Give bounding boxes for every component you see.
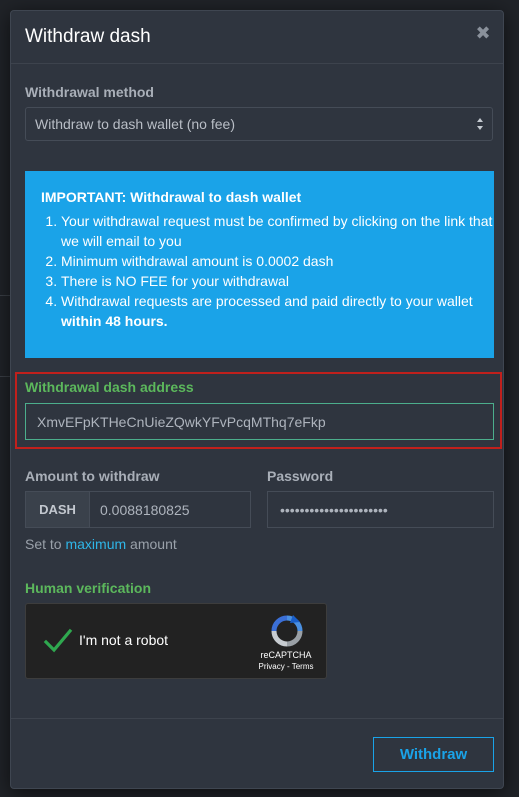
notice-title: IMPORTANT: Withdrawal to dash wallet	[41, 189, 302, 205]
amount-label: Amount to withdraw	[25, 468, 160, 484]
notice-item: Your withdrawal request must be confirme…	[61, 211, 501, 251]
background-panel	[503, 440, 519, 780]
address-input[interactable]	[25, 403, 494, 440]
checkmark-icon[interactable]	[43, 627, 73, 655]
address-label: Withdrawal dash address	[25, 379, 194, 395]
amount-input[interactable]	[90, 492, 250, 527]
set-max-text: Set to maximum amount	[25, 536, 177, 552]
recaptcha-brand: reCAPTCHA	[260, 650, 312, 660]
withdrawal-method-label: Withdrawal method	[25, 84, 154, 100]
notice-item: There is NO FEE for your withdrawal	[61, 271, 501, 291]
select-arrows-icon	[477, 118, 483, 130]
withdraw-modal: Withdraw dash ✖ Withdrawal method Withdr…	[10, 10, 504, 789]
password-input[interactable]	[267, 491, 494, 528]
maximum-link[interactable]: maximum	[65, 536, 126, 552]
recaptcha-logo-icon	[271, 615, 303, 647]
withdrawal-method-value: Withdraw to dash wallet (no fee)	[35, 116, 235, 132]
modal-footer: Withdraw	[11, 718, 503, 788]
notice-item: Withdrawal requests are processed and pa…	[61, 291, 501, 331]
password-label: Password	[267, 468, 334, 484]
amount-input-group: DASH	[25, 491, 251, 528]
background-panel	[0, 295, 10, 377]
recaptcha-links[interactable]: Privacy - Terms	[248, 662, 324, 671]
notice-list: Your withdrawal request must be confirme…	[41, 211, 501, 331]
not-robot-label: I'm not a robot	[79, 632, 169, 648]
notice-item: Minimum withdrawal amount is 0.0002 dash	[61, 251, 501, 271]
recaptcha-widget: I'm not a robot reCAPTCHA Privacy - Term…	[25, 603, 327, 679]
notice-emphasis: within 48 hours.	[61, 313, 168, 329]
close-icon[interactable]: ✖	[473, 23, 493, 43]
currency-addon: DASH	[26, 492, 90, 527]
withdraw-button[interactable]: Withdraw	[373, 737, 494, 772]
important-notice: IMPORTANT: Withdrawal to dash wallet You…	[25, 171, 494, 358]
verification-label: Human verification	[25, 580, 152, 596]
withdrawal-method-select[interactable]: Withdraw to dash wallet (no fee)	[25, 107, 493, 141]
modal-title: Withdraw dash	[25, 26, 151, 47]
modal-header: Withdraw dash ✖	[11, 11, 503, 64]
